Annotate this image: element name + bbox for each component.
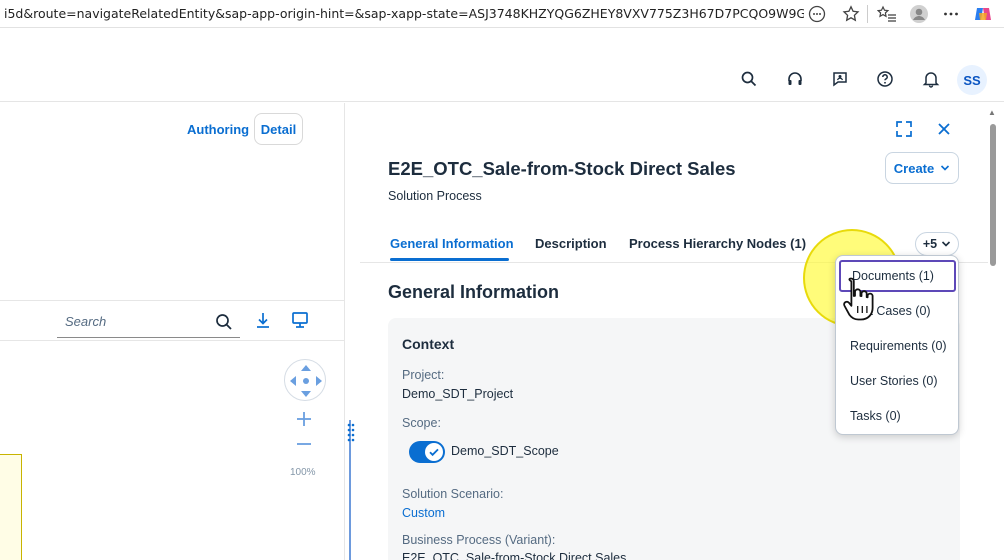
search-icon[interactable] <box>214 312 234 332</box>
toggle-knob <box>425 443 443 461</box>
page-subtitle: Solution Process <box>388 189 482 203</box>
shell-header: SS <box>0 28 1004 102</box>
favorite-star-icon[interactable] <box>840 3 862 25</box>
presentation-monitor-icon[interactable] <box>290 310 310 330</box>
profile-icon[interactable] <box>908 3 930 25</box>
zoom-out-icon[interactable] <box>293 433 315 455</box>
project-value: Demo_SDT_Project <box>402 387 514 401</box>
download-icon[interactable] <box>253 310 273 330</box>
more-options-icon[interactable] <box>940 3 962 25</box>
divider <box>0 340 345 341</box>
authoring-link[interactable]: Authoring <box>187 122 249 137</box>
solution-scenario-link[interactable]: Custom <box>402 506 445 520</box>
browser-toolbar: i5d&route=navigateRelatedEntity&sap-app-… <box>0 0 1004 28</box>
scope-value: Demo_SDT_Scope <box>451 444 559 458</box>
scroll-up-arrow-icon[interactable]: ▲ <box>988 108 998 118</box>
scrollbar-thumb[interactable] <box>990 124 996 266</box>
detail-toggle-button[interactable]: Detail <box>254 113 303 145</box>
diagram-search-field[interactable] <box>57 306 240 338</box>
toolbar-divider <box>867 5 868 23</box>
notifications-bell-icon[interactable] <box>920 68 942 90</box>
reading-mode-icon[interactable] <box>806 3 828 25</box>
checkmark-icon <box>429 448 439 457</box>
tab-process-hierarchy-nodes[interactable]: Process Hierarchy Nodes (1) <box>629 236 806 251</box>
help-icon[interactable] <box>874 68 896 90</box>
business-process-label: Business Process (Variant): <box>402 533 556 547</box>
user-avatar[interactable]: SS <box>957 65 987 95</box>
search-icon[interactable] <box>738 68 760 90</box>
tab-general-information[interactable]: General Information <box>390 236 514 251</box>
process-diagram-panel: Authoring Detail 100% <box>0 103 345 560</box>
business-process-value: E2E_OTC_Sale-from-Stock Direct Sales <box>402 551 627 560</box>
divider <box>0 300 345 301</box>
favorites-list-icon[interactable] <box>876 3 898 25</box>
tab-description[interactable]: Description <box>535 236 607 251</box>
menu-item-tasks[interactable]: Tasks (0) <box>836 400 958 432</box>
create-button-label: Create <box>893 160 935 176</box>
solution-scenario-label: Solution Scenario: <box>402 487 504 501</box>
zoom-in-icon[interactable] <box>293 408 315 430</box>
menu-item-user-stories[interactable]: User Stories (0) <box>836 365 958 397</box>
address-bar[interactable]: i5d&route=navigateRelatedEntity&sap-app-… <box>4 6 804 21</box>
diagram-node[interactable] <box>0 454 22 560</box>
section-title: General Information <box>388 282 560 302</box>
page-title: E2E_OTC_Sale-from-Stock Direct Sales <box>388 158 736 179</box>
chat-icon[interactable] <box>829 68 851 90</box>
menu-item-requirements[interactable]: Requirements (0) <box>836 330 958 362</box>
context-heading: Context <box>402 336 455 352</box>
create-menu-button[interactable]: Create <box>885 152 959 184</box>
project-label: Project: <box>402 368 445 382</box>
splitter-grip-icon[interactable] <box>346 422 356 442</box>
zoom-level: 100% <box>290 467 316 478</box>
scope-label: Scope: <box>402 416 441 430</box>
headset-icon[interactable] <box>784 68 806 90</box>
more-tabs-button[interactable]: +5 <box>915 232 959 256</box>
scope-toggle[interactable] <box>409 441 445 463</box>
chevron-down-icon <box>942 241 951 247</box>
pan-control[interactable] <box>284 359 326 401</box>
fullscreen-icon[interactable] <box>894 119 914 139</box>
hand-cursor-icon <box>843 277 874 321</box>
close-icon[interactable] <box>934 119 954 139</box>
more-tabs-count: +5 <box>922 237 938 251</box>
chevron-down-icon <box>941 165 950 171</box>
search-input[interactable] <box>65 314 205 329</box>
copilot-icon[interactable] <box>972 3 994 25</box>
active-tab-indicator <box>390 258 509 261</box>
